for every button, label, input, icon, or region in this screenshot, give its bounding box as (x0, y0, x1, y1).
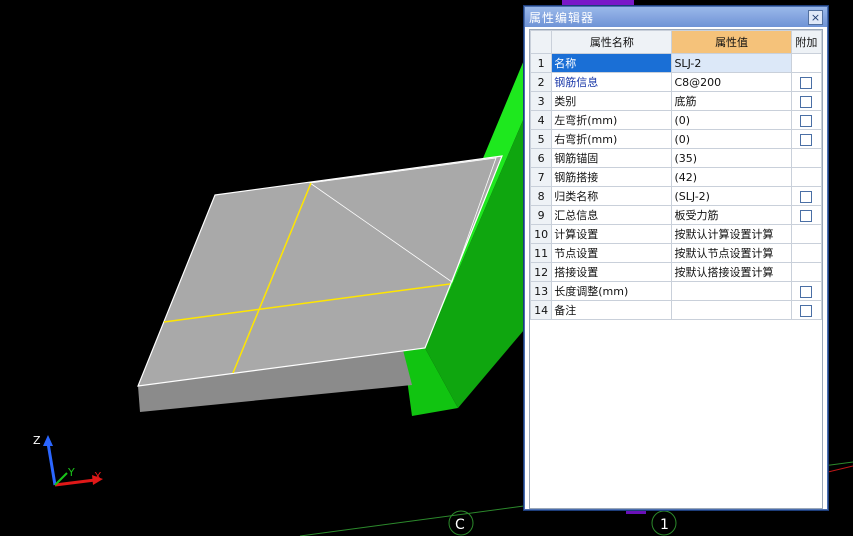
property-editor-panel: 属性编辑器 × 属性名称 属性值 附加 1 名称 SLJ-2 2 钢筋信息 C8@200 3… (524, 6, 828, 510)
row-number: 5 (529, 129, 553, 149)
table-row[interactable]: 14 备注 (529, 300, 823, 320)
extra-cell[interactable] (790, 91, 823, 111)
extra-checkbox[interactable] (800, 133, 813, 146)
row-number: 9 (529, 205, 553, 225)
table-header: 属性名称 属性值 附加 (529, 30, 823, 54)
row-number: 12 (529, 262, 553, 282)
table-row[interactable]: 6 钢筋锚固 (35) (529, 148, 823, 168)
property-name[interactable]: 搭接设置 (551, 262, 673, 282)
extra-cell (790, 262, 823, 282)
table-row[interactable]: 4 左弯折(mm) (0) (529, 110, 823, 130)
column-header-name[interactable]: 属性名称 (551, 30, 673, 54)
extra-cell[interactable] (790, 110, 823, 130)
extra-cell[interactable] (790, 129, 823, 149)
extra-checkbox[interactable] (800, 209, 813, 222)
axis-y-label: Y (67, 466, 75, 479)
extra-cell[interactable] (790, 186, 823, 206)
extra-checkbox[interactable] (800, 190, 813, 203)
table-row[interactable]: 9 汇总信息 板受力筋 (529, 205, 823, 225)
extra-cell[interactable] (790, 72, 823, 92)
property-value[interactable]: SLJ-2 (671, 53, 792, 73)
property-value[interactable]: (0) (671, 129, 792, 149)
table-row[interactable]: 8 归类名称 (SLJ-2) (529, 186, 823, 206)
row-number: 8 (529, 186, 553, 206)
axis-gizmo: Z Y X (33, 434, 103, 487)
table-row[interactable]: 13 长度调整(mm) (529, 281, 823, 301)
column-header-value[interactable]: 属性值 (671, 30, 792, 54)
property-value[interactable]: 按默认搭接设置计算 (671, 262, 792, 282)
property-value[interactable]: 板受力筋 (671, 205, 792, 225)
extra-checkbox[interactable] (800, 76, 813, 89)
property-value[interactable] (671, 281, 792, 301)
table-row[interactable]: 12 搭接设置 按默认搭接设置计算 (529, 262, 823, 282)
row-number: 7 (529, 167, 553, 187)
table-row[interactable]: 2 钢筋信息 C8@200 (529, 72, 823, 92)
table-row[interactable]: 1 名称 SLJ-2 (529, 53, 823, 73)
grid-line (827, 465, 853, 473)
property-name[interactable]: 名称 (551, 53, 673, 73)
property-name[interactable]: 归类名称 (551, 186, 673, 206)
property-name[interactable]: 钢筋信息 (551, 72, 673, 92)
property-value[interactable]: (SLJ-2) (671, 186, 792, 206)
property-name[interactable]: 类别 (551, 91, 673, 111)
row-number: 1 (529, 53, 553, 73)
grid-marker-label: 1 (660, 517, 669, 533)
extra-cell (790, 53, 823, 73)
row-number: 3 (529, 91, 553, 111)
property-value[interactable]: (0) (671, 110, 792, 130)
extra-checkbox[interactable] (800, 114, 813, 127)
table-row[interactable]: 11 节点设置 按默认节点设置计算 (529, 243, 823, 263)
property-value[interactable] (671, 300, 792, 320)
grid-marker-label: C (455, 517, 465, 533)
property-name[interactable]: 计算设置 (551, 224, 673, 244)
column-header-extra[interactable]: 附加 (790, 30, 823, 54)
property-name[interactable]: 钢筋搭接 (551, 167, 673, 187)
row-number: 14 (529, 300, 553, 320)
property-name[interactable]: 节点设置 (551, 243, 673, 263)
property-table: 属性名称 属性值 附加 1 名称 SLJ-2 2 钢筋信息 C8@200 3 类别 底筋 4 左弯折… (529, 29, 823, 509)
table-row[interactable]: 3 类别 底筋 (529, 91, 823, 111)
panel-title: 属性编辑器 (529, 11, 595, 25)
panel-titlebar[interactable]: 属性编辑器 × (525, 7, 827, 27)
extra-cell[interactable] (790, 300, 823, 320)
extra-cell[interactable] (790, 281, 823, 301)
property-name[interactable]: 右弯折(mm) (551, 129, 673, 149)
row-number: 13 (529, 281, 553, 301)
extra-checkbox[interactable] (800, 304, 813, 317)
property-name[interactable]: 长度调整(mm) (551, 281, 673, 301)
row-number: 4 (529, 110, 553, 130)
extra-cell (790, 167, 823, 187)
rownum-header (529, 30, 553, 54)
property-value[interactable]: 底筋 (671, 91, 792, 111)
extra-cell[interactable] (790, 205, 823, 225)
property-name[interactable]: 汇总信息 (551, 205, 673, 225)
grid-marker-1[interactable]: 1 (651, 510, 677, 536)
table-row[interactable]: 7 钢筋搭接 (42) (529, 167, 823, 187)
table-row[interactable]: 5 右弯折(mm) (0) (529, 129, 823, 149)
axis-x-label: X (94, 470, 102, 483)
extra-checkbox[interactable] (800, 95, 813, 108)
property-name[interactable]: 备注 (551, 300, 673, 320)
property-value[interactable]: (42) (671, 167, 792, 187)
extra-cell (790, 148, 823, 168)
table-row[interactable]: 10 计算设置 按默认计算设置计算 (529, 224, 823, 244)
property-value[interactable]: 按默认计算设置计算 (671, 224, 792, 244)
extra-cell (790, 243, 823, 263)
row-number: 2 (529, 72, 553, 92)
close-icon[interactable]: × (808, 10, 823, 25)
row-number: 11 (529, 243, 553, 263)
extra-cell (790, 224, 823, 244)
extra-checkbox[interactable] (800, 285, 813, 298)
property-name[interactable]: 左弯折(mm) (551, 110, 673, 130)
axis-z-label: Z (33, 434, 41, 447)
row-number: 10 (529, 224, 553, 244)
row-number: 6 (529, 148, 553, 168)
property-name[interactable]: 钢筋锚固 (551, 148, 673, 168)
property-value[interactable]: C8@200 (671, 72, 792, 92)
property-value[interactable]: 按默认节点设置计算 (671, 243, 792, 263)
property-value[interactable]: (35) (671, 148, 792, 168)
